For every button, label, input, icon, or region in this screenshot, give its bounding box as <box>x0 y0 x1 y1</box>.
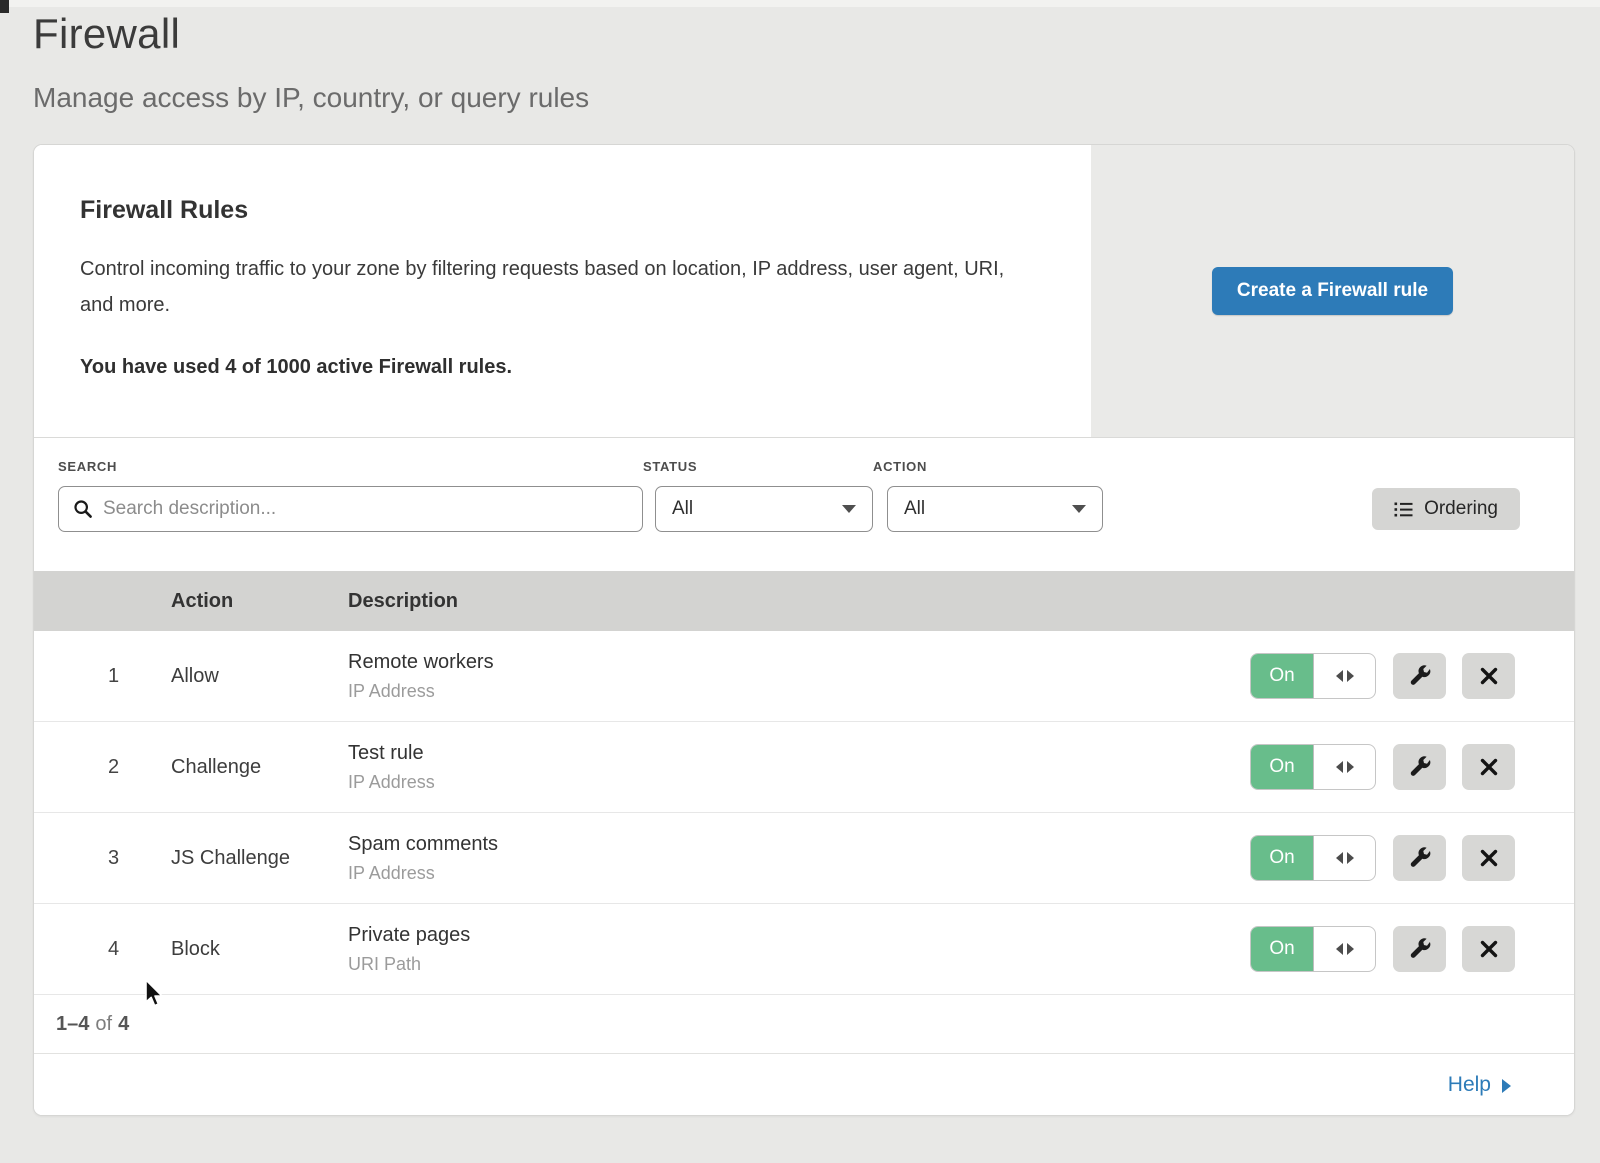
filter-bar: SEARCH STATUS All ACTION All <box>34 438 1574 571</box>
close-icon <box>1479 848 1499 868</box>
action-label: ACTION <box>873 459 1103 474</box>
help-link-label: Help <box>1448 1073 1491 1097</box>
dropdown-caret-icon <box>842 505 856 513</box>
rule-action: JS Challenge <box>171 847 348 870</box>
wrench-icon <box>1409 665 1431 687</box>
rule-description: Spam comments <box>348 833 1250 856</box>
card-footer: Help <box>34 1054 1574 1115</box>
page-title: Firewall <box>33 10 1600 58</box>
status-label: STATUS <box>643 459 873 474</box>
delete-rule-button[interactable] <box>1462 835 1515 881</box>
ordering-button[interactable]: Ordering <box>1372 488 1520 530</box>
firewall-rules-card: Firewall Rules Control incoming traffic … <box>33 144 1575 1116</box>
page-header: Firewall Manage access by IP, country, o… <box>0 0 1600 114</box>
rule-description: Remote workers <box>348 651 1250 674</box>
pagination-of-label: of <box>95 1013 112 1036</box>
firewall-rules-summary: Firewall Rules Control incoming traffic … <box>34 145 1574 438</box>
page-subtitle: Manage access by IP, country, or query r… <box>33 82 1600 114</box>
wrench-icon <box>1409 847 1431 869</box>
firewall-rules-heading: Firewall Rules <box>80 196 1051 225</box>
close-icon <box>1479 666 1499 686</box>
action-select[interactable]: All <box>887 486 1103 532</box>
search-box[interactable] <box>58 486 643 532</box>
rule-action: Allow <box>171 665 348 688</box>
ordering-button-label: Ordering <box>1424 498 1498 520</box>
delete-rule-button[interactable] <box>1462 653 1515 699</box>
table-row: 4 Block Private pages URI Path On <box>34 904 1574 995</box>
column-header-action: Action <box>171 590 348 613</box>
search-label: SEARCH <box>58 459 643 474</box>
delete-rule-button[interactable] <box>1462 744 1515 790</box>
delete-rule-button[interactable] <box>1462 926 1515 972</box>
rule-priority: 3 <box>56 847 171 870</box>
table-row: 1 Allow Remote workers IP Address On <box>34 631 1574 722</box>
rule-description: Private pages <box>348 924 1250 947</box>
window-top-highlight <box>0 0 1600 7</box>
close-icon <box>1479 939 1499 959</box>
edit-rule-button[interactable] <box>1393 835 1446 881</box>
firewall-rules-usage: You have used 4 of 1000 active Firewall … <box>80 356 1051 379</box>
firewall-rules-description: Control incoming traffic to your zone by… <box>80 251 1030 323</box>
rule-toggle[interactable]: On <box>1250 744 1376 790</box>
rule-match-type: URI Path <box>348 954 1250 975</box>
table-header: Action Description <box>34 571 1574 631</box>
rule-match-type: IP Address <box>348 772 1250 793</box>
rule-toggle[interactable]: On <box>1250 653 1376 699</box>
ordering-icon <box>1394 501 1413 518</box>
toggle-arrows-icon <box>1314 745 1375 789</box>
toggle-on-label: On <box>1251 745 1314 789</box>
pagination: 1–4 of 4 <box>34 995 1574 1054</box>
rule-description: Test rule <box>348 742 1250 765</box>
rule-match-type: IP Address <box>348 681 1250 702</box>
rule-priority: 1 <box>56 665 171 688</box>
create-rule-panel: Create a Firewall rule <box>1091 145 1574 437</box>
search-input[interactable] <box>103 498 628 520</box>
create-firewall-rule-button[interactable]: Create a Firewall rule <box>1212 267 1453 315</box>
status-select[interactable]: All <box>655 486 873 532</box>
rule-toggle[interactable]: On <box>1250 835 1376 881</box>
edit-rule-button[interactable] <box>1393 926 1446 972</box>
wrench-icon <box>1409 756 1431 778</box>
help-arrow-icon <box>1502 1079 1511 1093</box>
rule-priority: 2 <box>56 756 171 779</box>
pagination-total: 4 <box>118 1013 129 1036</box>
wrench-icon <box>1409 938 1431 960</box>
rule-toggle[interactable]: On <box>1250 926 1376 972</box>
rule-action: Challenge <box>171 756 348 779</box>
column-header-description: Description <box>348 590 1574 613</box>
table-row: 2 Challenge Test rule IP Address On <box>34 722 1574 813</box>
toggle-on-label: On <box>1251 654 1314 698</box>
action-selected-value: All <box>904 498 925 520</box>
search-icon <box>73 499 93 519</box>
toggle-arrows-icon <box>1314 654 1375 698</box>
toggle-on-label: On <box>1251 927 1314 971</box>
rule-match-type: IP Address <box>348 863 1250 884</box>
close-icon <box>1479 757 1499 777</box>
toggle-arrows-icon <box>1314 836 1375 880</box>
rule-action: Block <box>171 938 348 961</box>
window-corner-notch <box>0 0 9 13</box>
help-link[interactable]: Help <box>1448 1073 1511 1097</box>
dropdown-caret-icon <box>1072 505 1086 513</box>
toggle-arrows-icon <box>1314 927 1375 971</box>
status-selected-value: All <box>672 498 693 520</box>
pagination-range: 1–4 <box>56 1013 89 1036</box>
table-row: 3 JS Challenge Spam comments IP Address … <box>34 813 1574 904</box>
toggle-on-label: On <box>1251 836 1314 880</box>
edit-rule-button[interactable] <box>1393 653 1446 699</box>
edit-rule-button[interactable] <box>1393 744 1446 790</box>
rule-priority: 4 <box>56 938 171 961</box>
